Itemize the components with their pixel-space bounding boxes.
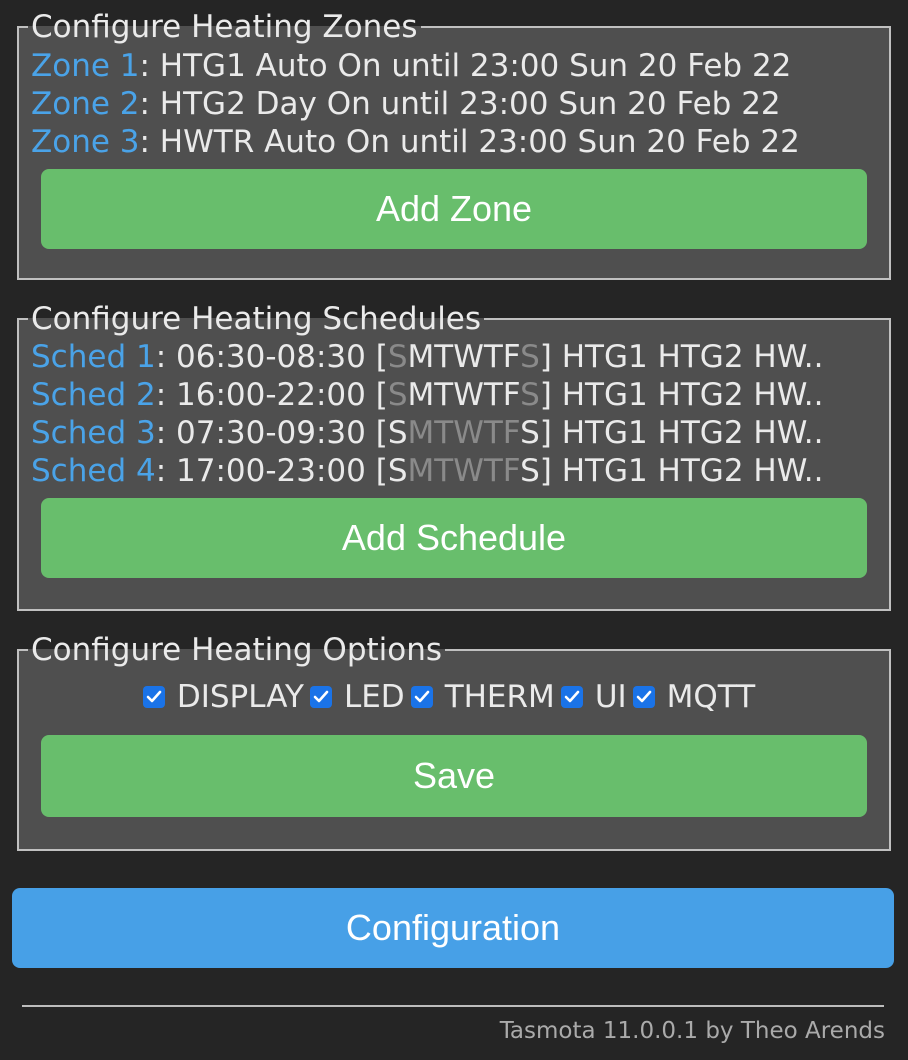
zone-row: Zone 3: HWTR Auto On until 23:00 Sun 20 … (31, 123, 867, 161)
schedule-targets: ] HTG1 HTG2 HW.. (539, 453, 824, 489)
schedule-day: T (434, 377, 454, 413)
zones-legend: Configure Heating Zones (31, 9, 418, 45)
schedule-day: S (387, 453, 408, 489)
options-checkbox-row: DISPLAY LED THERM UI MQTT (31, 677, 867, 717)
option-label: THERM (444, 679, 555, 715)
schedule-row: Sched 4: 17:00-23:00 [SMTWTFS] HTG1 HTG2… (31, 452, 867, 490)
zone-row: Zone 1: HTG1 Auto On until 23:00 Sun 20 … (31, 47, 867, 85)
zone-2-link[interactable]: Zone 2 (31, 86, 140, 122)
schedules-legend: Configure Heating Schedules (31, 301, 482, 337)
zone-list: Zone 1: HTG1 Auto On until 23:00 Sun 20 … (31, 47, 867, 161)
schedule-3-link[interactable]: Sched 3 (31, 415, 156, 451)
schedule-times: : 16:00-22:00 [ (155, 377, 388, 413)
option-display: DISPLAY (142, 677, 304, 717)
options-fieldset: Configure Heating Options DISPLAY LED THER… (17, 631, 891, 851)
option-label: LED (343, 679, 405, 715)
schedule-day: S (520, 415, 540, 451)
schedule-day: S (520, 453, 540, 489)
schedule-2-link[interactable]: Sched 2 (31, 377, 156, 413)
schedules-fieldset: Configure Heating Schedules Sched 1: 06:… (17, 300, 891, 611)
checkmark-icon (146, 690, 162, 703)
heating-config-page: Configure Heating Zones Zone 1: HTG1 Aut… (0, 0, 908, 1060)
schedule-day: S (520, 339, 540, 375)
option-led-checkbox[interactable] (309, 686, 332, 708)
schedule-day: W (453, 453, 484, 489)
configuration-button[interactable]: Configuration (12, 888, 894, 968)
option-ui: UI (560, 677, 627, 717)
zone-3-status: : HWTR Auto On until 23:00 Sun 20 Feb 22 (139, 124, 800, 160)
add-schedule-button[interactable]: Add Schedule (41, 498, 867, 578)
option-label: DISPLAY (176, 679, 304, 715)
schedule-1-link[interactable]: Sched 1 (31, 339, 156, 375)
schedule-day: F (502, 339, 521, 375)
option-led: LED (309, 677, 405, 717)
option-mqtt-checkbox[interactable] (632, 686, 655, 708)
schedule-row: Sched 3: 07:30-09:30 [SMTWTFS] HTG1 HTG2… (31, 414, 867, 452)
schedule-day: W (453, 415, 484, 451)
schedule-day: S (520, 377, 540, 413)
schedule-day: S (387, 415, 408, 451)
checkmark-icon (414, 690, 429, 703)
zone-1-link[interactable]: Zone 1 (31, 48, 140, 84)
zone-row: Zone 2: HTG2 Day On until 23:00 Sun 20 F… (31, 85, 867, 123)
zone-1-status: : HTG1 Auto On until 23:00 Sun 20 Feb 22 (139, 48, 792, 84)
schedule-targets: ] HTG1 HTG2 HW.. (539, 415, 824, 451)
zone-3-link[interactable]: Zone 3 (31, 124, 140, 160)
save-button[interactable]: Save (41, 735, 867, 817)
option-therm-checkbox[interactable] (410, 686, 433, 708)
schedule-day: W (453, 339, 484, 375)
schedule-list: Sched 1: 06:30-08:30 [SMTWTFS] HTG1 HTG2… (31, 338, 867, 490)
schedule-targets: ] HTG1 HTG2 HW.. (539, 377, 824, 413)
schedule-day: M (407, 415, 435, 451)
zone-2-status: : HTG2 Day On until 23:00 Sun 20 Feb 22 (139, 86, 781, 122)
checkmark-icon (313, 690, 329, 703)
schedule-day: W (453, 377, 484, 413)
schedule-4-link[interactable]: Sched 4 (31, 453, 156, 489)
schedule-day: S (387, 377, 408, 413)
option-label: UI (594, 679, 627, 715)
schedule-times: : 17:00-23:00 [ (155, 453, 388, 489)
footer-divider (22, 1005, 884, 1007)
schedule-day: M (407, 453, 435, 489)
schedule-day: T (483, 415, 503, 451)
zones-fieldset: Configure Heating Zones Zone 1: HTG1 Aut… (17, 8, 891, 280)
schedule-row: Sched 1: 06:30-08:30 [SMTWTFS] HTG1 HTG2… (31, 338, 867, 376)
schedule-day: F (502, 453, 521, 489)
schedule-day: T (434, 453, 454, 489)
schedule-day: T (483, 339, 503, 375)
schedule-times: : 07:30-09:30 [ (155, 415, 388, 451)
add-zone-button[interactable]: Add Zone (41, 169, 867, 249)
schedule-day: S (387, 339, 408, 375)
option-mqtt: MQTT (632, 677, 756, 717)
option-label: MQTT (666, 679, 756, 715)
schedule-row: Sched 2: 16:00-22:00 [SMTWTFS] HTG1 HTG2… (31, 376, 867, 414)
checkmark-icon (636, 690, 651, 703)
schedule-day: T (483, 377, 503, 413)
footer-credit[interactable]: Tasmota 11.0.0.1 by Theo Arends (500, 1018, 885, 1044)
option-therm: THERM (410, 677, 555, 717)
schedule-day: F (502, 377, 521, 413)
checkmark-icon (564, 690, 580, 703)
schedule-day: T (434, 339, 454, 375)
schedule-times: : 06:30-08:30 [ (155, 339, 388, 375)
schedule-day: M (407, 377, 435, 413)
schedule-day: T (434, 415, 454, 451)
schedule-day: T (483, 453, 503, 489)
schedule-day: F (502, 415, 521, 451)
option-display-checkbox[interactable] (142, 686, 165, 708)
options-legend: Configure Heating Options (31, 632, 443, 668)
option-ui-checkbox[interactable] (560, 686, 583, 708)
schedule-targets: ] HTG1 HTG2 HW.. (539, 339, 824, 375)
schedule-day: M (407, 339, 435, 375)
